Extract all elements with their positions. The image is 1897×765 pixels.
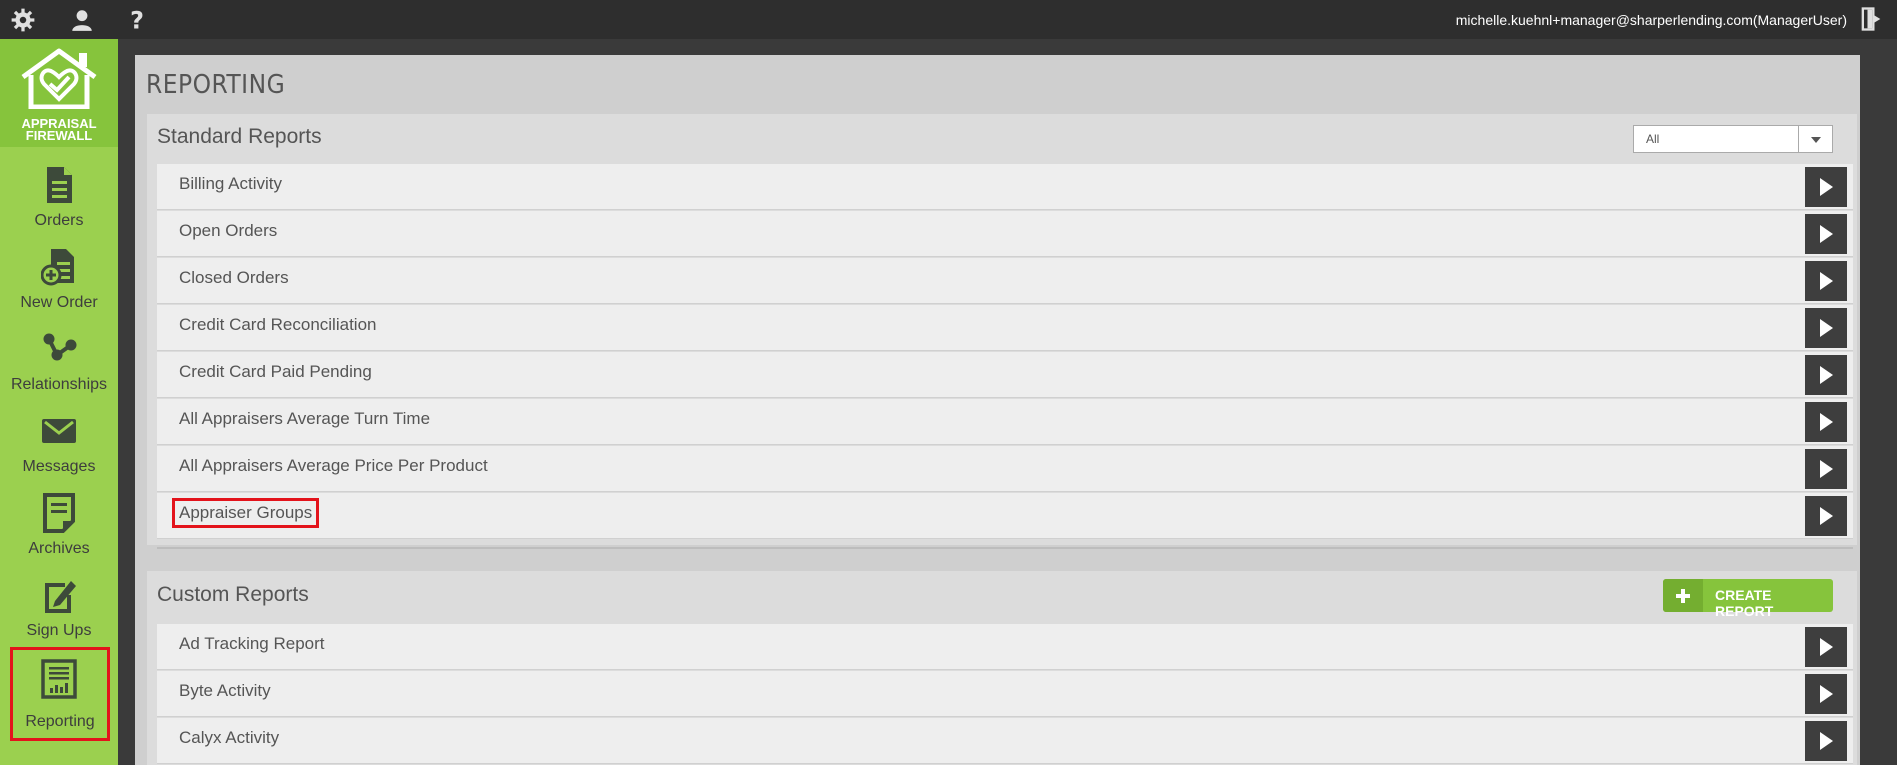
create-report-button[interactable]: CREATE REPORT <box>1663 579 1833 619</box>
run-report-button[interactable] <box>1805 355 1847 395</box>
house-heart-icon <box>21 48 97 109</box>
run-report-button[interactable] <box>1805 449 1847 489</box>
nav-archives[interactable]: Archives <box>0 487 118 567</box>
report-row[interactable]: Credit Card Reconciliation <box>157 305 1853 351</box>
report-row-label: Calyx Activity <box>179 728 280 747</box>
nav-relationships-label: Relationships <box>10 376 108 393</box>
run-report-button[interactable] <box>1805 627 1847 667</box>
nav-reporting-label: Reporting <box>25 713 95 730</box>
report-row[interactable]: Open Orders <box>157 211 1853 257</box>
custom-reports-title: Custom Reports <box>157 583 309 606</box>
report-row[interactable]: Byte Activity <box>157 671 1853 717</box>
edit-icon <box>45 581 76 613</box>
report-row-label: Closed Orders <box>179 268 289 287</box>
report-row-label: All Appraisers Average Turn Time <box>179 409 431 428</box>
envelope-icon <box>42 419 76 443</box>
nav-sign-ups-label: Sign Ups <box>26 622 92 639</box>
section-divider <box>157 547 1853 549</box>
sidebar: APPRAISAL FIREWALL Orders New Order Rela… <box>0 39 118 765</box>
report-row-label: Byte Activity <box>179 681 271 700</box>
svg-text:?: ? <box>130 7 144 33</box>
nav-reporting[interactable]: Reporting <box>10 647 110 741</box>
create-report-label: CREATE REPORT <box>1715 587 1774 619</box>
report-icon <box>41 659 77 699</box>
archive-icon <box>43 493 75 533</box>
run-report-button[interactable] <box>1805 721 1847 761</box>
report-row-label: Credit Card Paid Pending <box>179 362 372 381</box>
report-row-label: Ad Tracking Report <box>179 634 325 653</box>
report-row-label: Credit Card Reconciliation <box>179 315 377 334</box>
nav-messages[interactable]: Messages <box>0 405 118 485</box>
report-row[interactable]: Closed Orders <box>157 258 1853 304</box>
share-icon <box>43 333 77 361</box>
run-report-button[interactable] <box>1805 402 1847 442</box>
nav-orders-label: Orders <box>34 212 84 229</box>
nav-new-order-label: New Order <box>20 294 98 311</box>
report-filter-select[interactable]: All <box>1633 125 1833 153</box>
report-filter-value: All <box>1646 132 1660 146</box>
logo-text-line2: FIREWALL <box>25 128 93 143</box>
report-row[interactable]: Billing Activity <box>157 164 1853 210</box>
run-report-button[interactable] <box>1805 261 1847 301</box>
report-row-label: All Appraisers Average Price Per Product <box>179 456 488 475</box>
document-icon <box>47 167 72 203</box>
nav-archives-label: Archives <box>28 540 90 557</box>
run-report-button[interactable] <box>1805 674 1847 714</box>
top-bar: ? michelle.kuehnl+manager@sharperlending… <box>0 0 1897 39</box>
report-row-label: Billing Activity <box>179 174 282 193</box>
nav-orders[interactable]: Orders <box>0 159 118 239</box>
logo[interactable]: APPRAISAL FIREWALL <box>0 39 118 147</box>
gear-icon[interactable] <box>10 7 36 33</box>
run-report-button[interactable] <box>1805 496 1847 536</box>
nav-relationships[interactable]: Relationships <box>0 323 118 403</box>
report-row[interactable]: Ad Tracking Report <box>157 624 1853 670</box>
report-row[interactable]: Calyx Activity <box>157 718 1853 764</box>
logout-icon[interactable] <box>1857 5 1885 33</box>
nav-messages-label: Messages <box>22 458 96 475</box>
report-row[interactable]: Appraiser Groups <box>157 493 1853 539</box>
report-row[interactable]: All Appraisers Average Price Per Product <box>157 446 1853 492</box>
report-row[interactable]: All Appraisers Average Turn Time <box>157 399 1853 445</box>
report-row[interactable]: Credit Card Paid Pending <box>157 352 1853 398</box>
run-report-button[interactable] <box>1805 167 1847 207</box>
nav-new-order[interactable]: New Order <box>0 241 118 321</box>
run-report-button[interactable] <box>1805 214 1847 254</box>
report-row-label: Open Orders <box>179 221 278 240</box>
help-icon[interactable]: ? <box>124 7 150 33</box>
plus-icon <box>1663 579 1703 612</box>
report-row-label: Appraiser Groups <box>171 498 320 528</box>
standard-reports-section: Standard Reports All Billing Activity Op… <box>147 114 1857 545</box>
standard-reports-title: Standard Reports <box>157 125 322 148</box>
page-title: REPORTING <box>146 70 286 100</box>
user-email: michelle.kuehnl+manager@sharperlending.c… <box>1455 12 1847 28</box>
nav-sign-ups[interactable]: Sign Ups <box>0 569 118 649</box>
new-order-icon <box>41 249 74 286</box>
run-report-button[interactable] <box>1805 308 1847 348</box>
custom-reports-section: Custom Reports CREATE REPORT Ad Tracking… <box>147 571 1857 765</box>
chevron-down-icon[interactable] <box>1798 126 1832 152</box>
user-icon[interactable] <box>69 7 95 33</box>
